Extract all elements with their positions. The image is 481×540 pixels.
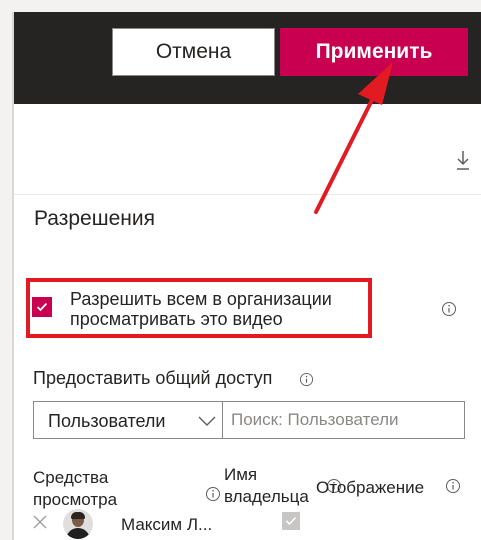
window-edge-top bbox=[0, 0, 481, 12]
owner-checkbox[interactable] bbox=[282, 512, 300, 530]
settings-panel: Отмена Применить Разрешения Разрешить вс… bbox=[14, 12, 481, 540]
avatar bbox=[63, 509, 93, 539]
column-header-viewers: Средства просмотра bbox=[33, 468, 118, 509]
column-header-owner: Имя владельца bbox=[224, 465, 309, 506]
dropdown-value: Пользователи bbox=[48, 411, 166, 431]
allow-org-checkbox[interactable] bbox=[32, 297, 52, 317]
checkmark-icon bbox=[285, 516, 297, 526]
chevron-down-icon bbox=[198, 416, 216, 426]
info-icon[interactable] bbox=[445, 478, 461, 494]
share-label: Предоставить общий доступ bbox=[33, 368, 273, 388]
cancel-button[interactable]: Отмена bbox=[112, 28, 275, 76]
info-icon[interactable] bbox=[205, 486, 221, 502]
share-type-dropdown[interactable]: Пользователи bbox=[33, 401, 223, 439]
checkmark-icon bbox=[36, 302, 48, 312]
download-icon[interactable] bbox=[454, 148, 472, 172]
allow-org-label: Разрешить всем в организации просматрива… bbox=[70, 289, 332, 329]
user-name: Максим Л... bbox=[121, 515, 213, 534]
user-search-input[interactable] bbox=[223, 401, 465, 439]
column-header-display: Отображение bbox=[316, 478, 425, 497]
info-icon[interactable] bbox=[299, 372, 314, 387]
action-bar: Отмена Применить bbox=[14, 12, 481, 104]
apply-button[interactable]: Применить bbox=[280, 28, 468, 76]
section-title: Разрешения bbox=[34, 207, 155, 230]
close-icon[interactable] bbox=[32, 514, 48, 530]
divider bbox=[14, 194, 481, 195]
info-icon[interactable] bbox=[441, 301, 457, 317]
